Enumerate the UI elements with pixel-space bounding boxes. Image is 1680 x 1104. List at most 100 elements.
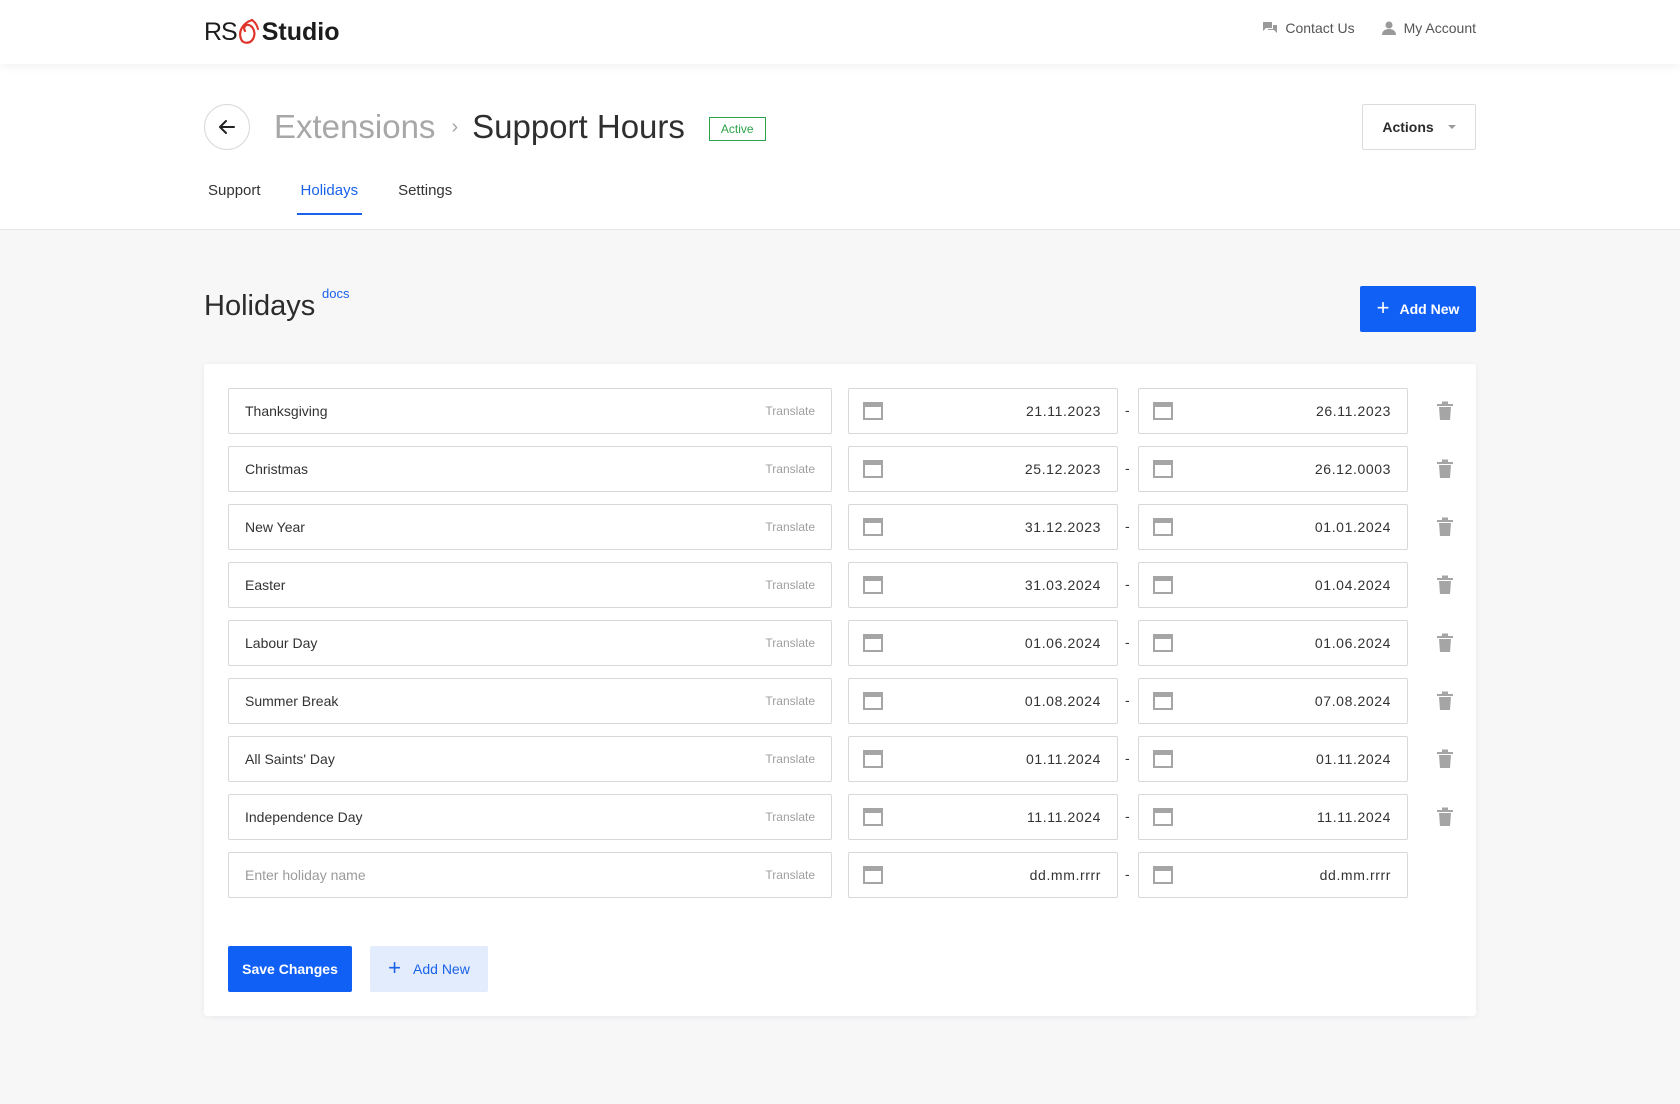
start-date-input[interactable]: 01.11.2024 [848,736,1118,782]
holiday-row: New Year Translate 31.12.2023 - 01.01.20… [228,504,1453,550]
calendar-icon [1153,692,1173,710]
my-account-link[interactable]: My Account [1381,20,1476,36]
holiday-name-input[interactable]: All Saints' Day Translate [228,736,832,782]
logo-studio-text: Studio [261,17,340,46]
holiday-name-input[interactable]: Thanksgiving Translate [228,388,832,434]
start-date-input[interactable]: 21.11.2023 [848,388,1118,434]
date-range-separator: - [1125,750,1130,766]
start-date-input[interactable]: 25.12.2023 [848,446,1118,492]
translate-link[interactable]: Translate [765,520,815,534]
add-new-button[interactable]: + Add New [1360,286,1476,332]
start-date-input[interactable]: 31.12.2023 [848,504,1118,550]
start-date-value: dd.mm.rrrr [1029,867,1101,883]
start-date-value: 25.12.2023 [1024,461,1101,477]
holiday-name-input[interactable]: Summer Break Translate [228,678,832,724]
holiday-name-input[interactable]: New Year Translate [228,504,832,550]
end-date-value: 26.12.0003 [1314,461,1391,477]
holiday-row: Easter Translate 31.03.2024 - 01.04.2024 [228,562,1453,608]
logo-swirl-icon [238,18,259,44]
holiday-name-input[interactable]: Labour Day Translate [228,620,832,666]
calendar-icon [863,518,883,536]
end-date-input[interactable]: 07.08.2024 [1138,678,1408,724]
holiday-name-input[interactable]: Easter Translate [228,562,832,608]
start-date-value: 31.12.2023 [1024,519,1101,535]
calendar-icon [863,692,883,710]
start-date-input[interactable]: 01.06.2024 [848,620,1118,666]
end-date-input[interactable]: 01.04.2024 [1138,562,1408,608]
actions-dropdown[interactable]: Actions [1362,104,1476,150]
start-date-value: 21.11.2023 [1025,403,1101,419]
translate-link[interactable]: Translate [765,404,815,418]
holiday-name-input[interactable]: Christmas Translate [228,446,832,492]
start-date-input[interactable]: 01.08.2024 [848,678,1118,724]
page-header: Extensions › Support Hours Active Action… [0,64,1680,230]
end-date-value: 11.11.2024 [1317,809,1391,825]
translate-link[interactable]: Translate [765,752,815,766]
end-date-value: 01.06.2024 [1314,635,1391,651]
holiday-name-value: Christmas [245,461,309,477]
end-date-input[interactable]: 11.11.2024 [1138,794,1408,840]
holidays-card: Save Changes + Add New Thanksgiving Tran… [204,364,1476,1016]
date-range-separator: - [1125,808,1130,824]
tab-bar: Support Holidays Settings [204,182,456,215]
end-date-value: 01.01.2024 [1314,519,1391,535]
calendar-icon [1153,750,1173,768]
date-range-separator: - [1125,692,1130,708]
end-date-input[interactable]: 01.06.2024 [1138,620,1408,666]
trash-icon[interactable] [1436,401,1454,421]
chat-icon [1263,22,1278,33]
date-range-separator: - [1125,866,1130,882]
end-date-value: 26.11.2023 [1315,403,1391,419]
my-account-label: My Account [1403,20,1476,36]
trash-icon[interactable] [1436,691,1454,711]
calendar-icon [1153,518,1173,536]
date-range-separator: - [1125,634,1130,650]
start-date-input[interactable]: 11.11.2024 [848,794,1118,840]
logo-rs-text: RS [204,17,238,46]
end-date-input[interactable]: 01.01.2024 [1138,504,1408,550]
tab-holidays[interactable]: Holidays [296,182,363,215]
trash-icon[interactable] [1436,459,1454,479]
holiday-name-input[interactable]: Independence Day Translate [228,794,832,840]
contact-us-link[interactable]: Contact Us [1262,20,1355,36]
add-new-row-button[interactable]: + Add New [370,946,488,992]
holiday-row: Summer Break Translate 01.08.2024 - 07.0… [228,678,1453,724]
docs-link[interactable]: docs [322,286,349,301]
tab-support[interactable]: Support [204,182,265,213]
trash-icon[interactable] [1436,807,1454,827]
translate-link[interactable]: Translate [765,636,815,650]
trash-icon[interactable] [1436,517,1454,537]
date-range-separator: - [1125,576,1130,592]
translate-link[interactable]: Translate [765,694,815,708]
end-date-value: dd.mm.rrrr [1319,867,1391,883]
save-changes-button[interactable]: Save Changes [228,946,352,992]
trash-icon[interactable] [1436,749,1454,769]
trash-icon[interactable] [1436,575,1454,595]
actions-label: Actions [1382,119,1434,135]
date-range-separator: - [1125,460,1130,476]
breadcrumb-extensions[interactable]: Extensions [274,108,435,146]
end-date-input[interactable]: 26.11.2023 [1138,388,1408,434]
holiday-name-value: Easter [245,577,286,593]
plus-icon: + [388,955,402,980]
end-date-input[interactable]: 01.11.2024 [1138,736,1408,782]
holiday-row: Christmas Translate 25.12.2023 - 26.12.0… [228,446,1453,492]
section-title: Holidays [204,290,316,322]
tab-settings[interactable]: Settings [394,182,456,213]
arrow-left-icon [219,120,235,134]
holiday-name-input[interactable]: Enter holiday name Translate [228,852,832,898]
back-button[interactable] [204,104,250,150]
end-date-input[interactable]: 26.12.0003 [1138,446,1408,492]
translate-link[interactable]: Translate [765,810,815,824]
start-date-value: 01.08.2024 [1024,693,1101,709]
holiday-row: Independence Day Translate 11.11.2024 - … [228,794,1453,840]
translate-link[interactable]: Translate [765,462,815,476]
calendar-icon [1153,460,1173,478]
translate-link[interactable]: Translate [765,868,815,882]
translate-link[interactable]: Translate [765,578,815,592]
end-date-input[interactable]: dd.mm.rrrr [1138,852,1408,898]
trash-icon[interactable] [1436,633,1454,653]
start-date-input[interactable]: dd.mm.rrrr [848,852,1118,898]
start-date-input[interactable]: 31.03.2024 [848,562,1118,608]
rsstudio-logo[interactable]: RS Studio [204,16,340,48]
